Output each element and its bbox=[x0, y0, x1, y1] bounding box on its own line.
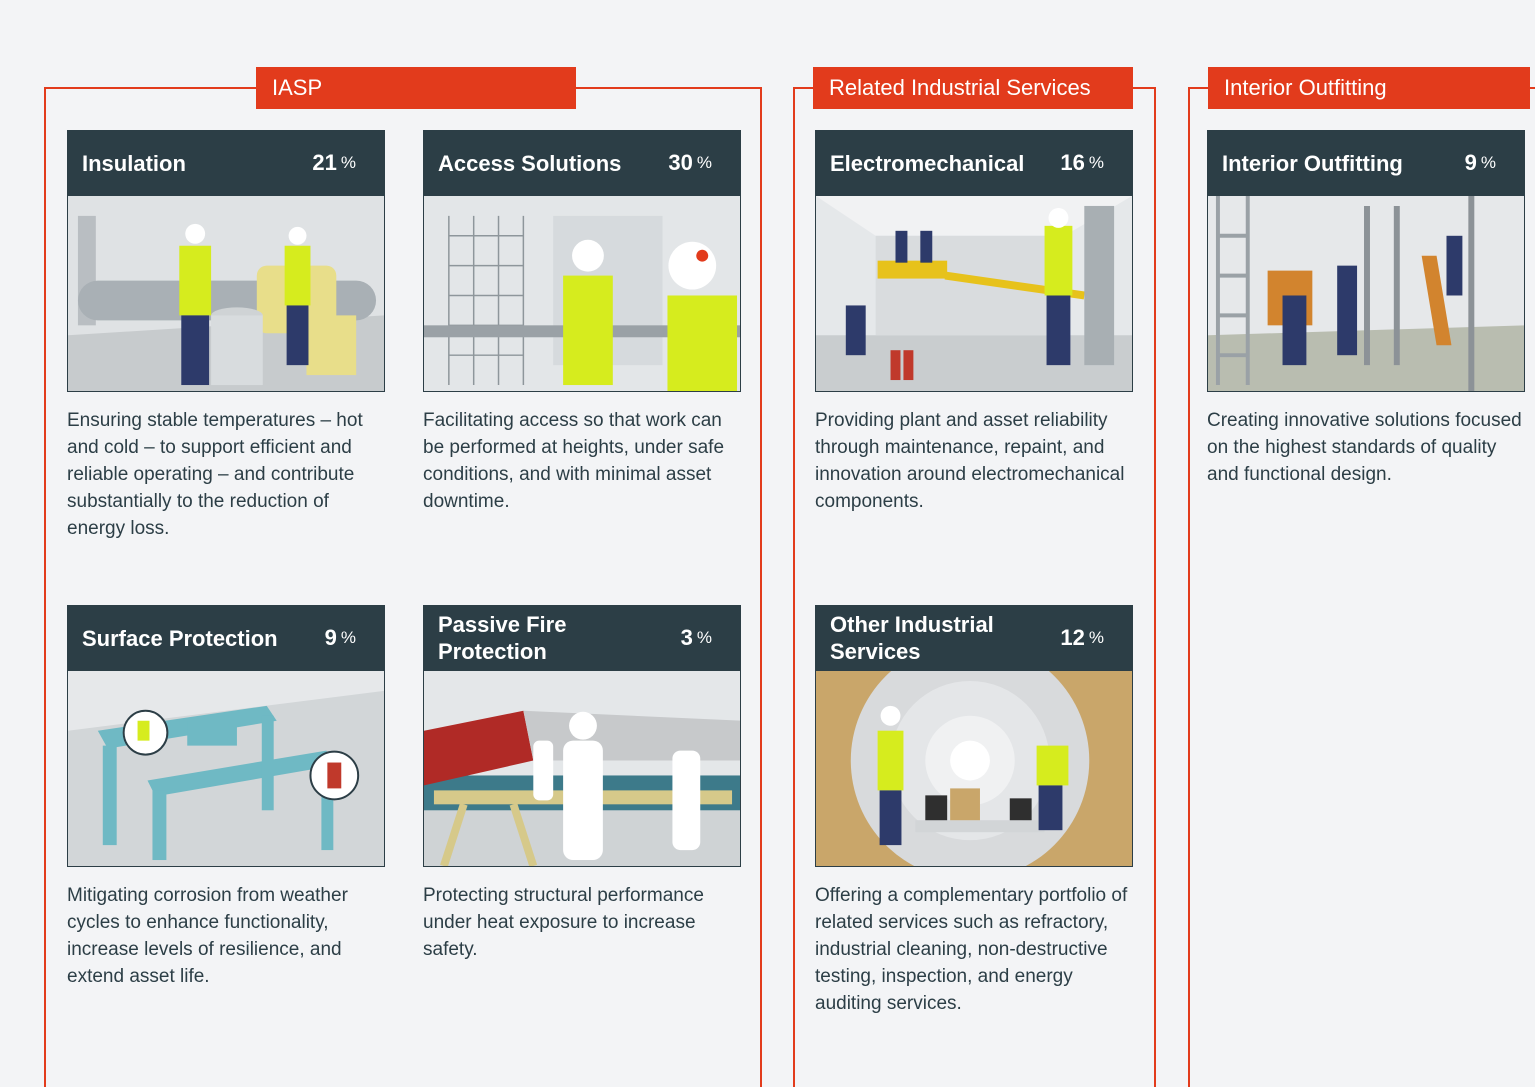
card-electromechanical: Electromechanical 16% Providing plant an… bbox=[815, 130, 1133, 515]
scaffolding-illustration bbox=[423, 196, 741, 392]
card-header: Access Solutions 30% bbox=[423, 130, 741, 196]
card-interior-outfitting: Interior Outfitting 9% Creating innovati… bbox=[1207, 130, 1525, 488]
card-other-industrial-services: Other Industrial Services 12% Offering a… bbox=[815, 605, 1133, 1017]
refractory-illustration bbox=[815, 671, 1133, 867]
card-header: Electromechanical 16% bbox=[815, 130, 1133, 196]
card-description: Facilitating access so that work can be … bbox=[423, 410, 725, 512]
group-label: Interior Outfitting bbox=[1208, 67, 1530, 109]
card-header: Surface Protection 9% bbox=[67, 605, 385, 671]
card-percentage: 12% bbox=[1060, 625, 1104, 650]
card-title: Electromechanical bbox=[830, 150, 1025, 176]
card-access-solutions: Access Solutions 30% Facilitating access… bbox=[423, 130, 741, 515]
card-percentage: 21% bbox=[312, 150, 356, 175]
card-title: Access Solutions bbox=[438, 150, 622, 176]
card-insulation: Insulation 21% Ensuring stable temperatu… bbox=[67, 130, 385, 542]
card-percentage: 30% bbox=[668, 150, 712, 175]
gantry-crane-illustration bbox=[67, 671, 385, 867]
fire-protection-illustration bbox=[423, 671, 741, 867]
card-title: Interior Outfitting bbox=[1222, 150, 1403, 176]
insulation-illustration bbox=[67, 196, 385, 392]
card-passive-fire-protection: Passive Fire Protection 3% Protecting st… bbox=[423, 605, 741, 963]
card-title: Insulation bbox=[82, 150, 186, 176]
card-percentage: 3% bbox=[680, 625, 712, 650]
card-percentage: 9% bbox=[1464, 150, 1496, 175]
interior-outfitting-illustration bbox=[1207, 196, 1525, 392]
card-title: Passive Fire Protection bbox=[438, 612, 567, 664]
card-surface-protection: Surface Protection 9% Mitigating corrosi… bbox=[67, 605, 385, 990]
card-percentage: 9% bbox=[324, 625, 356, 650]
card-description: Creating innovative solutions focused on… bbox=[1207, 410, 1522, 485]
electromechanical-illustration bbox=[815, 196, 1133, 392]
card-percentage: 16% bbox=[1060, 150, 1104, 175]
group-label: IASP bbox=[256, 67, 576, 109]
group-label: Related Industrial Services bbox=[813, 67, 1133, 109]
card-description: Ensuring stable temperatures – hot and c… bbox=[67, 410, 363, 539]
card-header: Insulation 21% bbox=[67, 130, 385, 196]
card-title: Other Industrial Services bbox=[830, 612, 994, 664]
card-header: Passive Fire Protection 3% bbox=[423, 605, 741, 671]
card-title: Surface Protection bbox=[82, 625, 278, 651]
card-description: Protecting structural performance under … bbox=[423, 885, 704, 960]
card-description: Mitigating corrosion from weather cycles… bbox=[67, 885, 348, 987]
card-header: Interior Outfitting 9% bbox=[1207, 130, 1525, 196]
card-header: Other Industrial Services 12% bbox=[815, 605, 1133, 671]
card-description: Providing plant and asset reliability th… bbox=[815, 410, 1125, 512]
card-description: Offering a complementary portfolio of re… bbox=[815, 885, 1128, 1014]
